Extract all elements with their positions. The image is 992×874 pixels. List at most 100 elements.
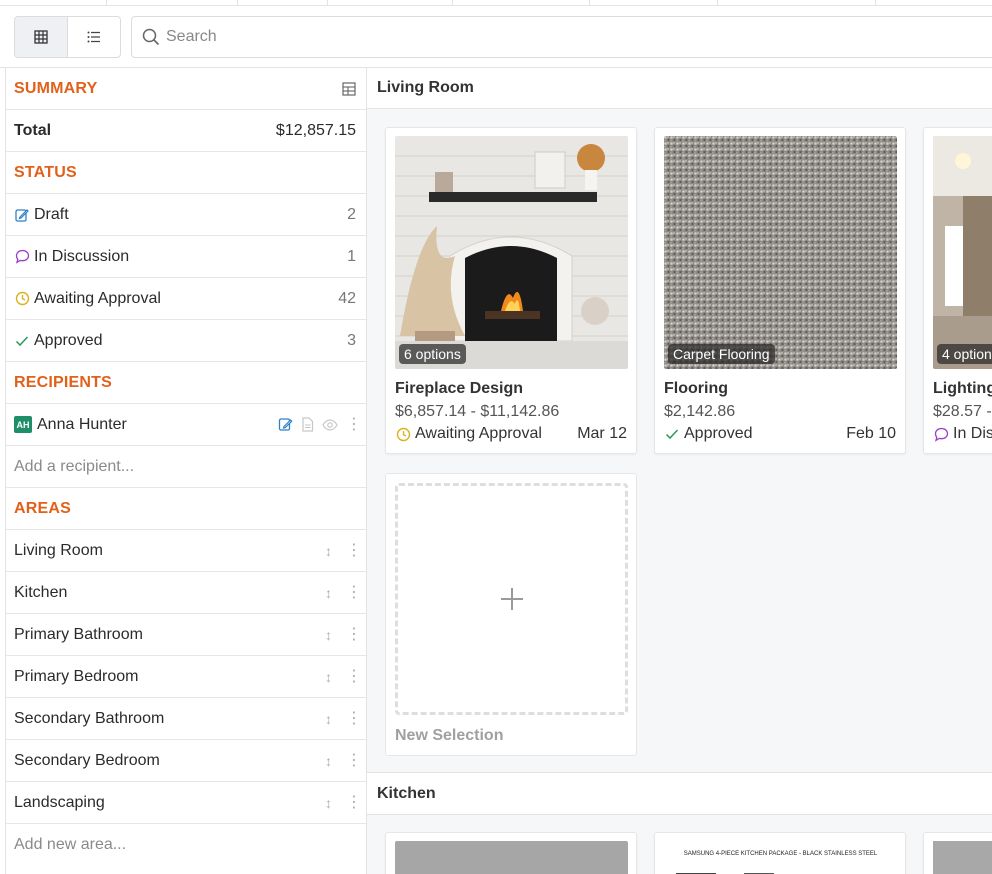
selection-card[interactable]: 4 option Lighting $28.57 - In Dis	[923, 127, 992, 454]
edit-icon	[14, 207, 30, 223]
total-label: Total	[14, 121, 52, 139]
more-icon[interactable]: ⋮	[346, 542, 362, 559]
area-item[interactable]: Primary Bedroom ↕ ⋮	[6, 656, 366, 698]
area-label: Primary Bathroom	[14, 625, 143, 643]
list-icon	[87, 31, 100, 43]
area-item[interactable]: Landscaping ↕ ⋮	[6, 782, 366, 824]
card-price: $28.57 -	[933, 403, 992, 420]
add-area-input[interactable]: Add new area...	[14, 836, 126, 854]
area-label: Living Room	[14, 541, 103, 559]
grid-view-button[interactable]	[15, 17, 68, 57]
area-label: Landscaping	[14, 793, 105, 811]
total-row: Total $12,857.15	[6, 110, 366, 152]
recipient-row[interactable]: AH Anna Hunter ⋮	[6, 404, 366, 446]
area-item[interactable]: Kitchen ↕ ⋮	[6, 572, 366, 614]
new-selection-card[interactable]: New Selection	[385, 473, 637, 756]
selection-card[interactable]	[923, 832, 992, 874]
summary-header: SUMMARY	[6, 68, 366, 110]
reorder-handle-icon[interactable]: ↕	[325, 711, 332, 727]
recipient-name: Anna Hunter	[37, 415, 127, 433]
more-icon[interactable]: ⋮	[346, 794, 362, 811]
add-recipient-row[interactable]: Add a recipient...	[6, 446, 366, 488]
selection-card[interactable]: Carpet Flooring Flooring $2,142.86 Appro…	[654, 127, 906, 454]
recipients-header: RECIPIENTS	[6, 362, 366, 404]
status-label: Draft	[34, 205, 69, 223]
sidebar: SUMMARY Total $12,857.15 STATUS Draft 2 …	[5, 68, 367, 874]
section-header-kitchen: Kitchen	[367, 772, 992, 815]
reorder-handle-icon[interactable]: ↕	[325, 543, 332, 559]
reorder-handle-icon[interactable]: ↕	[325, 753, 332, 769]
selection-card[interactable]: 6 options Fireplace Design $6,857.14 - $…	[385, 127, 637, 454]
status-item-awaiting-approval[interactable]: Awaiting Approval 42	[6, 278, 366, 320]
card-price: $2,142.86	[664, 403, 736, 420]
chat-bubble-icon	[14, 249, 30, 265]
areas-heading: AREAS	[14, 499, 72, 517]
more-icon[interactable]: ⋮	[346, 416, 362, 433]
status-count: 42	[338, 289, 356, 307]
status-item-approved[interactable]: Approved 3	[6, 320, 366, 362]
selection-card[interactable]: SAMSUNG 4-PIECE KITCHEN PACKAGE - BLACK …	[654, 832, 906, 874]
new-selection-dropzone[interactable]	[395, 483, 628, 715]
area-item[interactable]: Primary Bathroom ↕ ⋮	[6, 614, 366, 656]
area-item[interactable]: Secondary Bedroom ↕ ⋮	[6, 740, 366, 782]
edit-icon[interactable]	[278, 417, 293, 432]
category-badge: Carpet Flooring	[668, 344, 775, 364]
card-price: $6,857.14 - $11,142.86	[395, 403, 560, 420]
more-icon[interactable]: ⋮	[346, 626, 362, 643]
area-item[interactable]: Living Room ↕ ⋮	[6, 530, 366, 572]
card-date: Mar 12	[577, 425, 627, 442]
more-icon[interactable]: ⋮	[346, 752, 362, 769]
document-icon[interactable]	[301, 417, 314, 432]
more-icon[interactable]: ⋮	[346, 584, 362, 601]
status-item-in-discussion[interactable]: In Discussion 1	[6, 236, 366, 278]
status-header: STATUS	[6, 152, 366, 194]
recipients-heading: RECIPIENTS	[14, 373, 113, 391]
reorder-handle-icon[interactable]: ↕	[325, 585, 332, 601]
reorder-handle-icon[interactable]: ↕	[325, 795, 332, 811]
area-item[interactable]: Secondary Bathroom ↕ ⋮	[6, 698, 366, 740]
list-view-button[interactable]	[68, 17, 121, 57]
status-item-draft[interactable]: Draft 2	[6, 194, 366, 236]
status-count: 2	[347, 205, 356, 223]
more-icon[interactable]: ⋮	[346, 710, 362, 727]
area-label: Primary Bedroom	[14, 667, 139, 685]
avatar: AH	[14, 416, 32, 433]
kitchen-package-image: SAMSUNG 4-PIECE KITCHEN PACKAGE - BLACK …	[664, 841, 897, 874]
image-caption: SAMSUNG 4-PIECE KITCHEN PACKAGE - BLACK …	[683, 851, 878, 857]
reorder-handle-icon[interactable]: ↕	[325, 669, 332, 685]
clock-icon	[14, 291, 30, 307]
eye-icon[interactable]	[322, 418, 338, 431]
selection-card[interactable]	[385, 832, 637, 874]
search-input[interactable]	[166, 28, 866, 46]
area-label: Secondary Bedroom	[14, 751, 160, 769]
card-status: Approved Feb 10	[664, 425, 896, 443]
add-area-row[interactable]: Add new area...	[6, 824, 366, 866]
check-icon	[14, 333, 30, 349]
table-icon[interactable]	[342, 81, 356, 96]
lighting-image: 4 option	[933, 136, 992, 369]
total-value: $12,857.15	[275, 121, 356, 139]
search-box[interactable]	[131, 16, 992, 58]
card-title: Fireplace Design	[395, 380, 524, 397]
view-toggle	[14, 16, 121, 58]
search-icon	[142, 28, 160, 46]
plus-icon	[500, 588, 523, 610]
status-label: Approved	[34, 331, 103, 349]
card-status: Awaiting Approval Mar 12	[395, 425, 627, 443]
main-content: Living Room 6 options Fireplace Design $…	[367, 68, 992, 874]
clock-icon	[395, 426, 411, 442]
new-selection-label: New Selection	[395, 727, 504, 744]
status-label: Approved	[684, 425, 753, 442]
options-badge: 6 options	[399, 344, 466, 364]
options-badge: 4 option	[937, 344, 992, 364]
fireplace-image: 6 options	[395, 136, 628, 369]
status-label: Awaiting Approval	[34, 289, 161, 307]
reorder-handle-icon[interactable]: ↕	[325, 627, 332, 643]
add-recipient-input[interactable]: Add a recipient...	[14, 458, 134, 476]
more-icon[interactable]: ⋮	[346, 668, 362, 685]
status-heading: STATUS	[14, 163, 77, 181]
status-count: 1	[347, 247, 356, 265]
card-title: Flooring	[664, 380, 728, 397]
carpet-image: Carpet Flooring	[664, 136, 897, 369]
area-label: Kitchen	[14, 583, 68, 601]
